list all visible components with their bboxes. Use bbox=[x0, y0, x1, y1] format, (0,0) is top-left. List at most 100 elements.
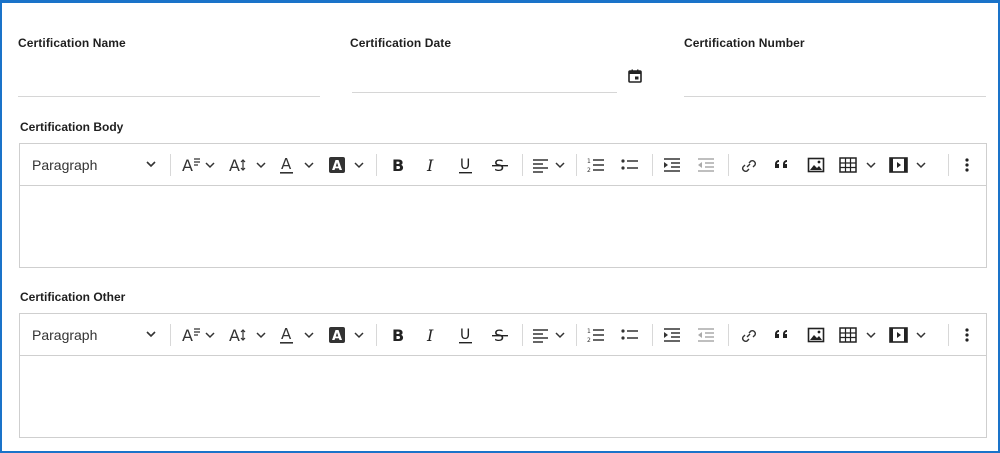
bulleted-list-icon bbox=[621, 326, 639, 344]
highlight-color-button[interactable]: A bbox=[324, 144, 370, 185]
media-icon bbox=[889, 326, 927, 344]
bold-button[interactable]: B bbox=[384, 314, 412, 355]
align-icon bbox=[532, 326, 566, 344]
more-button[interactable] bbox=[956, 144, 978, 185]
svg-text:B: B bbox=[392, 326, 404, 344]
more-button[interactable] bbox=[956, 314, 978, 355]
numbered-list-button[interactable]: 12 bbox=[582, 144, 610, 185]
strikethrough-button[interactable]: S bbox=[486, 314, 514, 355]
align-button[interactable] bbox=[528, 144, 570, 185]
fields-row: Certification Name Certification Date Ce… bbox=[2, 3, 1000, 103]
link-icon bbox=[739, 156, 757, 174]
font-color-icon: A bbox=[279, 326, 315, 344]
certification-name-input[interactable] bbox=[18, 73, 318, 95]
chevron-down-icon bbox=[146, 330, 156, 338]
highlight-color-button[interactable]: A bbox=[324, 314, 370, 355]
strikethrough-button[interactable]: S bbox=[486, 144, 514, 185]
font-size-button[interactable]: A bbox=[178, 314, 220, 355]
underline-icon: U bbox=[458, 156, 474, 174]
image-button[interactable] bbox=[802, 144, 830, 185]
numbered-list-icon: 12 bbox=[587, 326, 605, 344]
table-icon bbox=[839, 326, 877, 344]
svg-text:A: A bbox=[332, 329, 342, 344]
numbered-list-button[interactable]: 12 bbox=[582, 314, 610, 355]
toolbar-divider bbox=[728, 154, 729, 176]
calendar-icon[interactable] bbox=[628, 69, 642, 83]
media-button[interactable] bbox=[886, 144, 930, 185]
font-size-icon: A bbox=[182, 156, 216, 174]
outdent-icon bbox=[697, 326, 715, 344]
toolbar-divider bbox=[522, 154, 523, 176]
paragraph-dropdown[interactable]: Paragraph bbox=[32, 314, 162, 355]
certification-number-underline bbox=[684, 96, 986, 97]
toolbar-divider bbox=[728, 324, 729, 346]
bulleted-list-button[interactable] bbox=[616, 314, 644, 355]
numbered-list-icon: 12 bbox=[587, 156, 605, 174]
certification-body-editor: Paragraph A A A A B I U S bbox=[19, 143, 987, 268]
indent-icon bbox=[663, 156, 681, 174]
quote-button[interactable] bbox=[768, 314, 796, 355]
outdent-button[interactable] bbox=[692, 314, 720, 355]
svg-text:B: B bbox=[392, 156, 404, 174]
toolbar-divider bbox=[170, 324, 171, 346]
svg-text:1: 1 bbox=[587, 328, 591, 335]
svg-text:A: A bbox=[281, 326, 292, 343]
outdent-button[interactable] bbox=[692, 144, 720, 185]
underline-button[interactable]: U bbox=[452, 314, 480, 355]
bulleted-list-button[interactable] bbox=[616, 144, 644, 185]
indent-button[interactable] bbox=[658, 144, 686, 185]
media-icon bbox=[889, 156, 927, 174]
link-button[interactable] bbox=[734, 144, 762, 185]
certification-other-label: Certification Other bbox=[20, 290, 126, 304]
editor-content-area[interactable] bbox=[20, 356, 986, 437]
svg-text:A: A bbox=[281, 156, 292, 173]
link-button[interactable] bbox=[734, 314, 762, 355]
bold-button[interactable]: B bbox=[384, 144, 412, 185]
bulleted-list-icon bbox=[621, 156, 639, 174]
media-button[interactable] bbox=[886, 314, 930, 355]
font-size-icon: A bbox=[182, 326, 216, 344]
line-height-button[interactable]: A bbox=[226, 144, 270, 185]
svg-text:2: 2 bbox=[587, 337, 591, 344]
quote-button[interactable] bbox=[768, 144, 796, 185]
table-icon bbox=[839, 156, 877, 174]
line-height-button[interactable]: A bbox=[226, 314, 270, 355]
highlight-color-icon: A bbox=[329, 326, 365, 344]
indent-button[interactable] bbox=[658, 314, 686, 355]
editor-content-area[interactable] bbox=[20, 186, 986, 267]
svg-text:U: U bbox=[460, 327, 470, 343]
paragraph-label: Paragraph bbox=[32, 326, 98, 343]
italic-button[interactable]: I bbox=[418, 144, 446, 185]
outdent-icon bbox=[697, 156, 715, 174]
image-icon bbox=[807, 326, 825, 344]
paragraph-dropdown[interactable]: Paragraph bbox=[32, 144, 162, 185]
table-button[interactable] bbox=[836, 144, 880, 185]
table-button[interactable] bbox=[836, 314, 880, 355]
certification-date-label: Certification Date bbox=[350, 36, 452, 50]
font-color-button[interactable]: A bbox=[276, 144, 318, 185]
font-color-button[interactable]: A bbox=[276, 314, 318, 355]
underline-button[interactable]: U bbox=[452, 144, 480, 185]
italic-button[interactable]: I bbox=[418, 314, 446, 355]
chevron-down-icon bbox=[146, 160, 156, 168]
more-icon bbox=[964, 156, 970, 174]
align-button[interactable] bbox=[528, 314, 570, 355]
toolbar-divider bbox=[948, 154, 949, 176]
svg-text:A: A bbox=[182, 326, 193, 344]
certification-body-label: Certification Body bbox=[20, 120, 124, 134]
toolbar-divider bbox=[652, 324, 653, 346]
toolbar-divider bbox=[652, 154, 653, 176]
quote-icon bbox=[773, 156, 791, 174]
align-icon bbox=[532, 156, 566, 174]
svg-text:A: A bbox=[229, 156, 240, 174]
svg-text:I: I bbox=[426, 326, 434, 344]
certification-name-label: Certification Name bbox=[18, 36, 126, 50]
link-icon bbox=[739, 326, 757, 344]
certification-date-input[interactable] bbox=[352, 69, 612, 91]
image-button[interactable] bbox=[802, 314, 830, 355]
font-size-button[interactable]: A bbox=[178, 144, 220, 185]
svg-text:U: U bbox=[460, 157, 470, 173]
svg-text:2: 2 bbox=[587, 167, 591, 174]
line-height-icon: A bbox=[229, 326, 267, 344]
certification-number-input[interactable] bbox=[684, 73, 984, 95]
